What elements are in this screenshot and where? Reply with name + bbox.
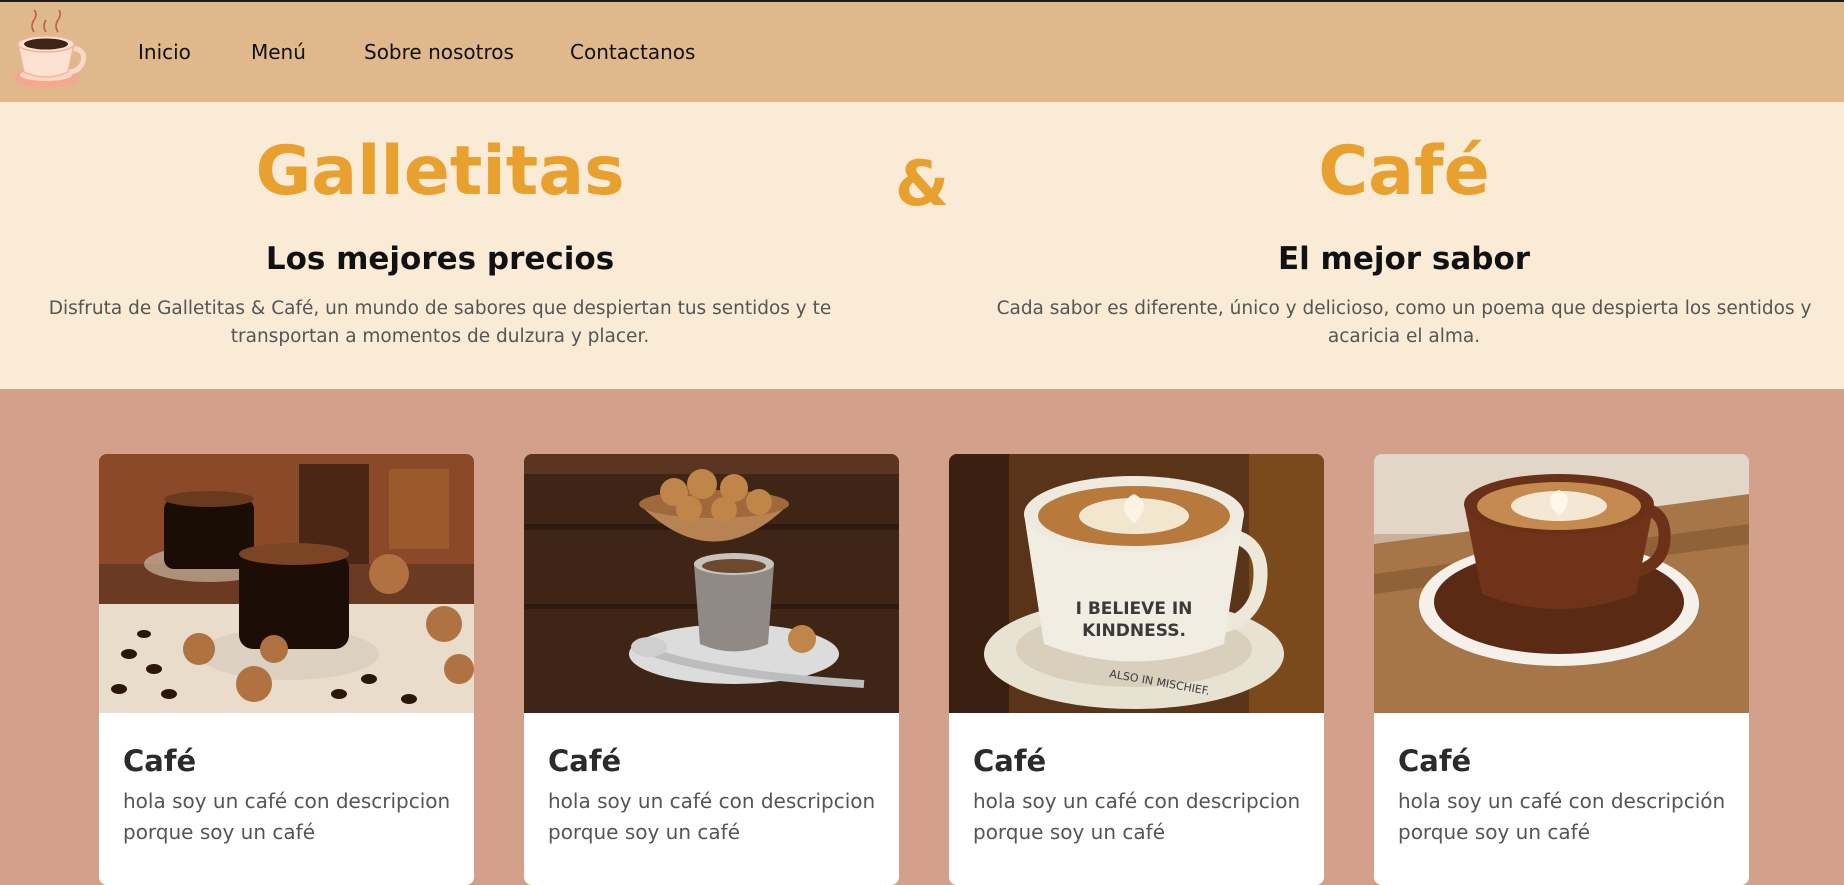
hero-ampersand: &: [894, 147, 950, 220]
product-card[interactable]: Café hola soy un café con descripción po…: [1374, 454, 1749, 885]
hero-left-text: Disfruta de Galletitas & Café, un mundo …: [48, 298, 832, 347]
svg-text:KINDNESS.: KINDNESS.: [1082, 621, 1186, 641]
hero-section: Galletitas Los mejores precios Disfruta …: [0, 102, 1844, 389]
latte-art-brown-cup-photo: [1374, 454, 1749, 713]
coffee-cup-logo-icon[interactable]: [10, 10, 94, 98]
nav-link-contactanos[interactable]: Contactanos: [570, 40, 695, 64]
card-title: Café: [1398, 744, 1472, 778]
card-description: hola soy un café con descripcion porque …: [973, 789, 1301, 844]
latte-art-kindness-mug-photo: I BELIEVE IN KINDNESS. ALSO IN MISCHIEF.: [949, 454, 1324, 713]
navbar: Inicio Menú Sobre nosotros Contactanos: [0, 2, 1844, 102]
espresso-with-cookies-photo: [99, 454, 474, 713]
hero-title-cafe: Café: [1318, 132, 1490, 211]
nav-link-inicio[interactable]: Inicio: [138, 40, 191, 64]
card-title: Café: [548, 744, 622, 778]
hero-title-galletitas: Galletitas: [255, 132, 625, 211]
product-card[interactable]: Café hola soy un café con descripcion po…: [99, 454, 474, 885]
hero-right-subtitle: El mejor sabor: [1277, 241, 1531, 277]
card-description: hola soy un café con descripcion porque …: [123, 789, 451, 844]
hero-right-text: Cada sabor es diferente, único y delicio…: [996, 298, 1812, 347]
product-card[interactable]: I BELIEVE IN KINDNESS. ALSO IN MISCHIEF.…: [949, 454, 1324, 885]
card-description: hola soy un café con descripción porque …: [1398, 789, 1726, 844]
hero-left-subtitle: Los mejores precios: [265, 241, 615, 277]
nav-link-menu[interactable]: Menú: [251, 40, 306, 64]
svg-text:I BELIEVE IN: I BELIEVE IN: [1076, 599, 1193, 619]
card-title: Café: [973, 744, 1047, 778]
nav-link-sobre-nosotros[interactable]: Sobre nosotros: [364, 40, 514, 64]
card-description: hola soy un café con descripcion porque …: [548, 789, 876, 844]
product-card[interactable]: Café hola soy un café con descripcion po…: [524, 454, 899, 885]
card-title: Café: [123, 744, 197, 778]
coffee-cup-with-amaretti-bowl-photo: [524, 454, 899, 713]
